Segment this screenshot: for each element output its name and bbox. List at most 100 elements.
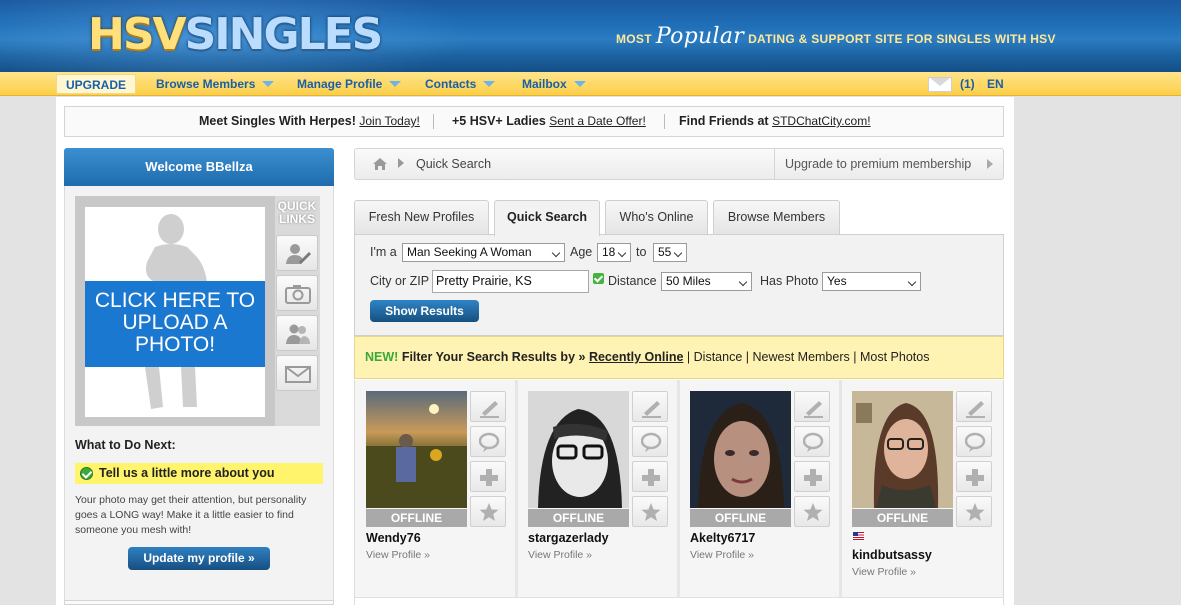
view-profile-link[interactable]: View Profile » [528,549,592,561]
breadcrumb-current: Quick Search [416,157,492,171]
chat-button[interactable] [794,426,830,457]
star-icon [479,503,499,521]
member-username[interactable]: stargazerlady [528,531,609,545]
nav-contacts[interactable]: Contacts [425,72,496,96]
site-tagline: MOST Popular DATING & SUPPORT SITE FOR SIN… [616,24,1056,49]
logo-hsv: HSV [88,9,187,60]
camera-icon [285,285,311,304]
promo-segment-3: Find Friends at STDChatCity.com! [679,107,871,136]
favorite-button[interactable] [470,496,506,527]
member-username[interactable]: kindbutsassy [852,548,932,562]
member-photo[interactable] [690,391,791,508]
wink-button[interactable] [632,391,668,422]
us-flag-icon [853,532,864,540]
chat-button[interactable] [632,426,668,457]
member-username[interactable]: Akelty6717 [690,531,755,545]
chat-button[interactable] [956,426,992,457]
nav-manage-profile[interactable]: Manage Profile [297,72,402,96]
stdchatcity-link[interactable]: STDChatCity.com! [772,114,870,128]
chevron-down-icon [573,81,586,87]
upgrade-premium-link[interactable]: Upgrade to premium membership [774,149,1003,179]
add-favorite-icon [642,469,660,486]
tagline-post: DATING & SUPPORT SITE FOR SINGLES WITH H… [748,32,1056,46]
quick-links-strip [275,196,320,426]
location-verified-icon [593,273,604,284]
date-offer-link[interactable]: Sent a Date Offer! [549,114,646,128]
upload-photo-button[interactable]: CLICK HERE TO UPLOAD A PHOTO! [85,281,265,367]
logo-singles: SINGLES [184,9,384,60]
check-icon [80,467,93,480]
language-selector[interactable]: EN [987,72,1004,96]
nav-browse-members[interactable]: Browse Members [156,72,275,96]
add-favorite-button[interactable] [470,461,506,492]
what-to-do-next-title: What to Do Next: [75,438,176,452]
update-profile-button[interactable]: Update my profile » [128,547,270,570]
tab-whos-online[interactable]: Who's Online [605,200,708,235]
has-photo-select[interactable]: Yes [822,272,921,291]
age-to-select[interactable]: 55 [653,243,687,262]
favorite-button[interactable] [794,496,830,527]
chat-button[interactable] [470,426,506,457]
member-photo[interactable] [366,391,467,508]
filter-distance[interactable]: Distance [694,350,743,364]
tagline-pre: MOST [616,32,652,46]
filter-bar: NEW! Filter Your Search Results by » Rec… [354,336,1004,379]
city-zip-input[interactable]: Pretty Prairie, KS [432,270,589,293]
nav-label: Contacts [425,77,477,91]
distance-select[interactable]: 50 Miles [661,272,752,291]
tagline-popular: Popular [655,24,745,49]
mail-icon[interactable] [928,77,952,92]
filter-newest-members[interactable]: Newest Members [753,350,850,364]
quick-link-contacts[interactable] [276,315,318,351]
chevron-down-icon [389,81,402,87]
chevron-down-icon [483,81,496,87]
promo-text: Meet Singles With Herpes! [199,114,356,128]
member-photo[interactable] [528,391,629,508]
status-badge: OFFLINE [366,509,467,527]
status-badge: OFFLINE [852,509,953,527]
card-divider [677,380,680,597]
age-from-select[interactable]: 18 [597,243,631,262]
home-icon[interactable] [372,157,388,171]
quick-link-photos[interactable] [276,275,318,311]
member-photo[interactable] [852,391,953,508]
add-favorite-button[interactable] [632,461,668,492]
results-footer [355,597,1003,605]
contacts-icon [286,324,310,344]
mail-count[interactable]: (1) [960,72,975,96]
wink-button[interactable] [794,391,830,422]
add-favorite-button[interactable] [794,461,830,492]
member-photo-image [528,391,629,508]
filter-most-photos[interactable]: Most Photos [860,350,929,364]
divider [433,114,434,129]
member-username[interactable]: Wendy76 [366,531,421,545]
nav-label: Manage Profile [297,77,383,91]
next-step-item[interactable]: Tell us a little more about you [75,463,323,484]
quick-link-messages[interactable] [276,355,318,391]
wink-button[interactable] [956,391,992,422]
add-favorite-button[interactable] [956,461,992,492]
next-step-description: Your photo may get their attention, but … [75,494,307,536]
show-results-button[interactable]: Show Results [370,300,479,322]
site-logo[interactable]: HSVSINGLES [88,6,384,64]
nav-upgrade-button[interactable]: UPGRADE [56,74,136,94]
site-header: HSVSINGLES MOST Popular DATING & SUPPORT S… [0,0,1181,72]
tab-quick-search[interactable]: Quick Search [494,200,600,236]
view-profile-link[interactable]: View Profile » [852,566,916,578]
chat-icon [803,432,824,452]
quick-link-edit-profile[interactable] [276,235,318,271]
view-profile-link[interactable]: View Profile » [690,549,754,561]
favorite-button[interactable] [956,496,992,527]
seeking-select[interactable]: Man Seeking A Woman [402,243,565,262]
star-icon [803,503,823,521]
join-today-link[interactable]: Join Today! [359,114,420,128]
wink-button[interactable] [470,391,506,422]
tab-fresh-new-profiles[interactable]: Fresh New Profiles [354,200,489,235]
view-profile-link[interactable]: View Profile » [366,549,430,561]
filter-recently-online[interactable]: Recently Online [589,350,683,364]
favorite-button[interactable] [632,496,668,527]
sidebar-footer-box [64,600,334,605]
nav-mailbox[interactable]: Mailbox [522,72,586,96]
tab-browse-members[interactable]: Browse Members [713,200,840,235]
welcome-header: Welcome BBellza [64,148,334,186]
